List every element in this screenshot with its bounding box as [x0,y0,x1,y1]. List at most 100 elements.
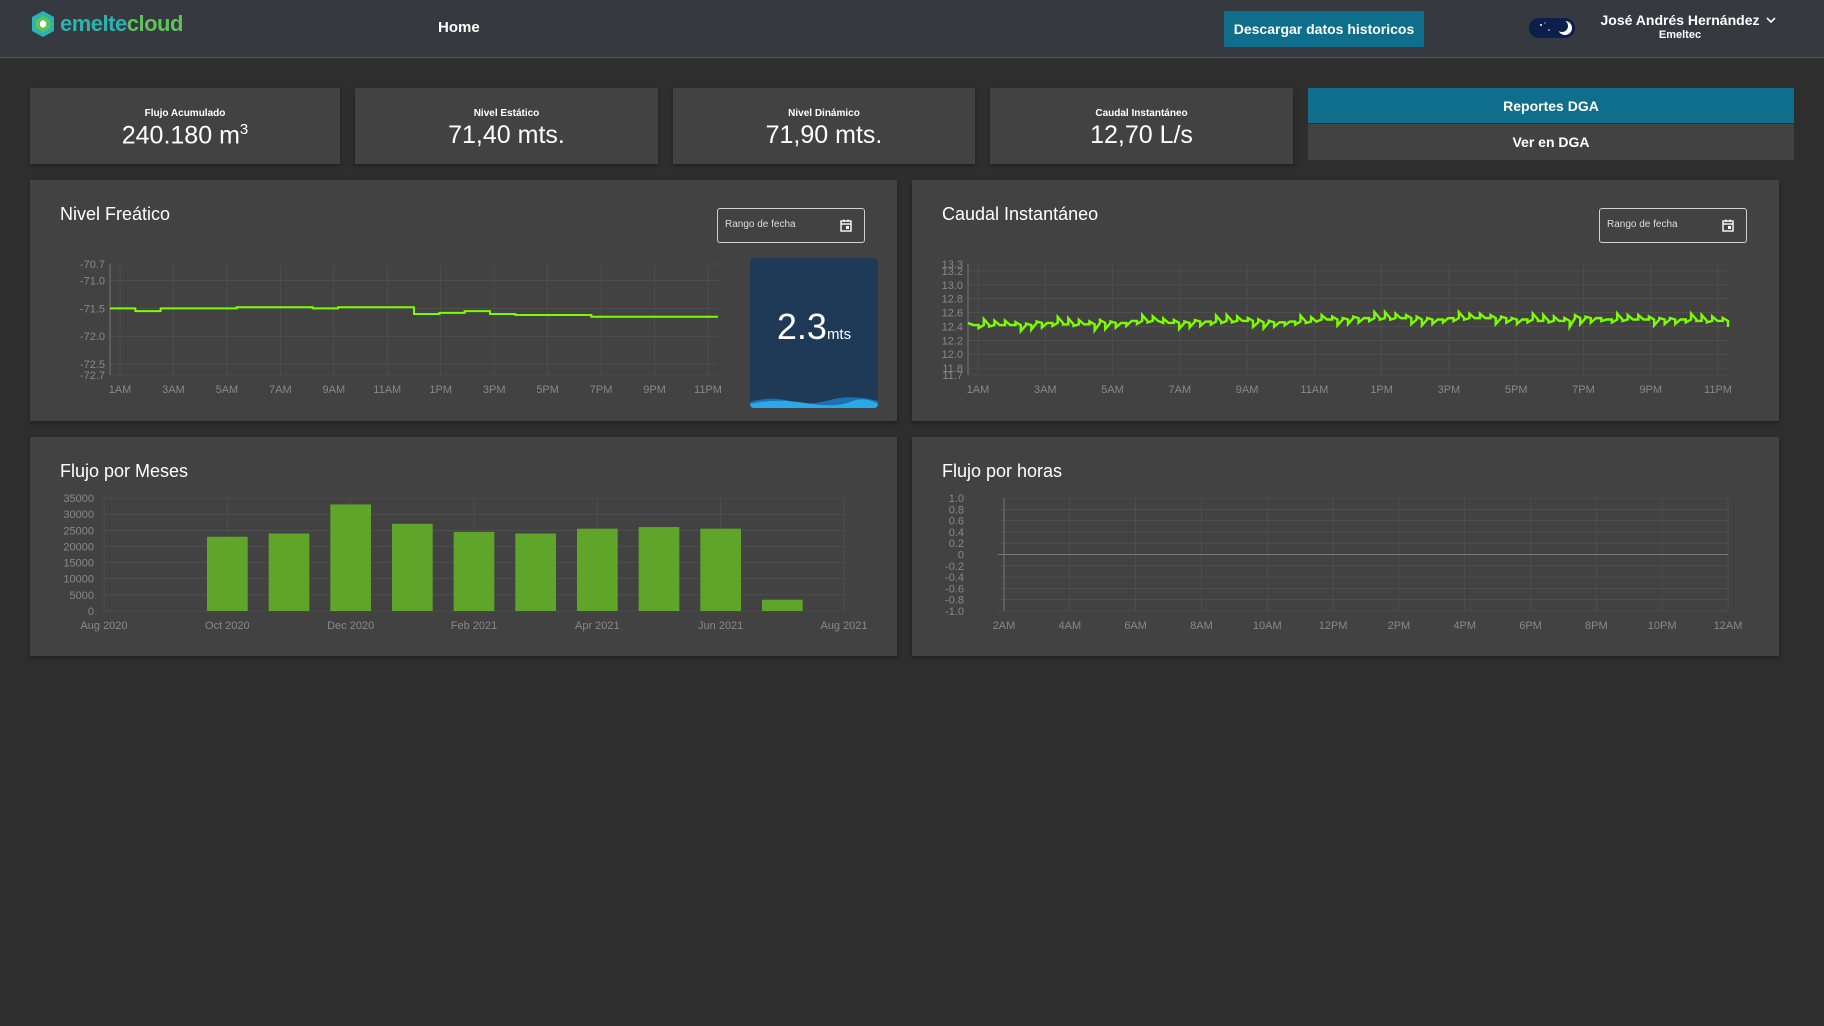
water-wave-icon [750,397,878,408]
x-tick-label: 9AM [323,384,346,396]
x-tick-label: 6PM [1519,620,1542,632]
y-tick-label: 25000 [63,525,94,537]
stat-card-nivel-dinamico: Nivel Dinámico 71,90 mts. [673,88,975,164]
nav-home-link[interactable]: Home [438,19,480,36]
gauge-nivel: 2.3mts [750,258,878,408]
y-tick-label: 0 [958,550,964,562]
x-tick-label: 5AM [216,384,239,396]
y-tick-label: 12.0 [942,349,963,361]
x-tick-label: 8PM [1585,620,1608,632]
stat-card-nivel-estatico: Nivel Estático 71,40 mts. [355,88,658,164]
x-tick-label: 6AM [1124,620,1147,632]
logo-text: emeltecloud [60,11,183,36]
bar [761,599,803,611]
x-tick-label: Apr 2021 [575,620,620,632]
y-tick-label: -71.5 [80,303,105,315]
x-tick-label: 11PM [1704,384,1732,396]
x-tick-label: 9AM [1236,384,1259,396]
y-tick-label: 13.0 [942,280,963,292]
x-tick-label: 5PM [536,384,559,396]
x-tick-label: Aug 2021 [820,620,867,632]
caudal-instantaneo-chart: 13.313.213.012.812.612.412.212.011.811.7… [942,259,1732,396]
calendar-icon[interactable] [840,219,852,232]
x-tick-label: 1AM [109,384,132,396]
date-range-placeholder: Rango de fecha [725,219,796,230]
x-tick-label: 1AM [967,384,990,396]
x-tick-label: 7AM [269,384,292,396]
y-tick-label: 15000 [63,558,94,570]
y-tick-label: 0.6 [949,516,964,528]
x-tick-label: 2AM [993,620,1016,632]
bar [206,536,248,611]
reportes-dga-button[interactable]: Reportes DGA [1308,88,1794,123]
x-tick-label: 9PM [643,384,666,396]
stat-value: 12,70 L/s [1090,121,1193,149]
y-tick-label: -70.7 [80,259,105,271]
y-tick-label: -72.0 [80,331,105,343]
x-tick-label: 3AM [162,384,185,396]
y-tick-label: 12.2 [942,335,963,347]
date-range-placeholder: Rango de fecha [1607,219,1678,230]
gauge-value: 2.3mts [776,306,852,347]
stat-label: Caudal Instantáneo [1095,108,1188,119]
y-tick-label: -72.7 [80,370,105,382]
x-tick-label: 12PM [1319,620,1348,632]
x-tick-label: 10PM [1648,620,1677,632]
nivel-freatico-chart: -70.7-71.0-71.5-72.0-72.5-72.71AM 3AM 5AM 7… [80,259,722,396]
stat-card-flujo-acumulado: Flujo Acumulado 240.180 m3 [30,88,340,164]
x-tick-label: 11AM [1300,384,1328,396]
stat-value: 71,90 mts. [765,121,883,149]
x-tick-label: 1PM [429,384,452,396]
x-tick-label: 9PM [1639,384,1662,396]
x-tick-label: 4AM [1059,620,1082,632]
stat-label: Nivel Dinámico [788,108,860,119]
bar [330,504,372,611]
y-tick-label: 11.7 [942,370,963,382]
y-tick-label: -0.8 [945,595,964,607]
x-tick-label: 7AM [1169,384,1192,396]
x-tick-label: Jun 2021 [698,620,743,632]
y-tick-label: 13.2 [942,266,963,278]
user-org: Emeltec [1658,29,1702,41]
y-tick-label: -0.4 [945,572,964,584]
series-line [110,306,718,318]
calendar-icon[interactable] [1722,219,1734,232]
date-range-input[interactable]: Rango de fecha [1599,208,1747,243]
y-tick-label: 0 [88,606,94,618]
y-tick-label: -71.0 [80,276,105,288]
chevron-down-icon[interactable] [1765,14,1777,26]
x-tick-label: 10AM [1253,620,1282,632]
x-tick-label: Oct 2020 [205,620,250,632]
user-menu[interactable]: José Andrés Hernández Emeltec [1600,12,1760,41]
y-tick-label: -1.0 [945,606,964,618]
stat-card-caudal-instantaneo: Caudal Instantáneo 12,70 L/s [990,88,1293,164]
ver-en-dga-button[interactable]: Ver en DGA [1308,124,1794,160]
x-tick-label: 5PM [1505,384,1528,396]
bar [638,527,680,611]
x-tick-label: 3PM [1438,384,1461,396]
logo[interactable]: emeltecloud [30,10,183,38]
download-historical-button[interactable]: Descargar datos historicos [1224,11,1424,47]
y-tick-label: 10000 [63,574,94,586]
x-tick-label: Feb 2021 [451,620,497,632]
date-range-input[interactable]: Rango de fecha [717,208,865,243]
x-tick-label: 3AM [1034,384,1057,396]
y-tick-label: 1.0 [949,493,964,505]
y-tick-label: 5000 [70,590,94,602]
bar [576,528,618,611]
x-tick-label: 2PM [1388,620,1411,632]
series-line [967,308,1730,335]
panel-title: Flujo por horas [942,461,1063,481]
y-tick-label: 35000 [63,493,94,505]
y-tick-label: 20000 [63,541,94,553]
x-tick-label: Dec 2020 [327,620,374,632]
theme-toggle-moon-icon [1540,20,1572,35]
theme-toggle[interactable] [1529,18,1575,38]
x-tick-label: 1PM [1370,384,1393,396]
y-tick-label: -0.2 [945,561,964,573]
x-tick-label: Aug 2020 [80,620,127,632]
bar [700,528,742,611]
logo-icon [32,11,54,37]
stat-label: Flujo Acumulado [144,108,226,119]
bar [391,523,433,611]
